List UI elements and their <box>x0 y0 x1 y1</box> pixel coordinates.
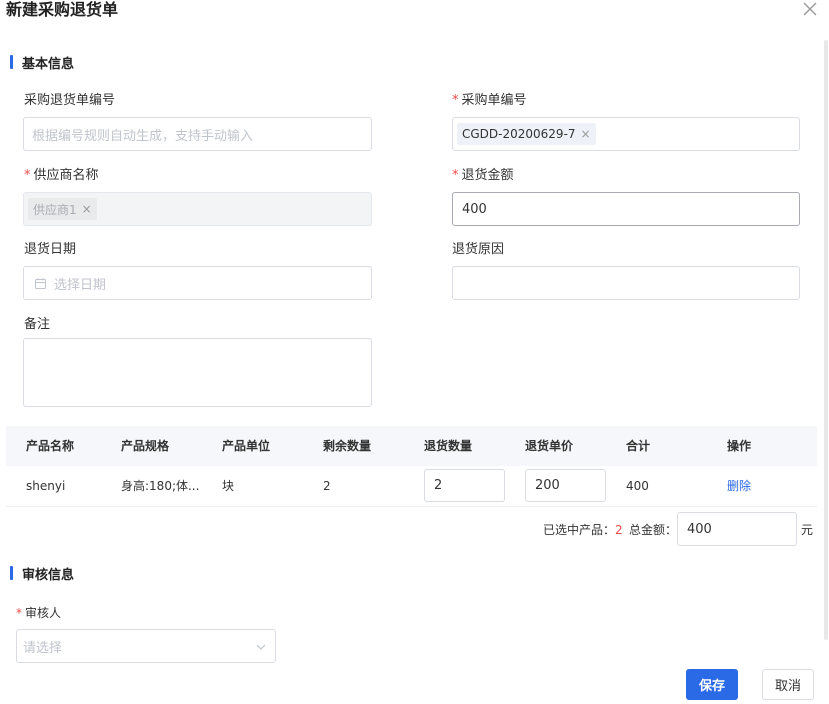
tag-close-icon[interactable]: × <box>581 127 591 141</box>
close-button[interactable] <box>801 0 823 20</box>
tag-close-icon: × <box>81 202 92 216</box>
remark-label: 备注 <box>24 317 51 332</box>
reviewer-select[interactable]: 请选择 <box>16 629 276 663</box>
purchase-no-label-text: 采购单编号 <box>461 93 527 108</box>
calendar-icon <box>35 277 46 289</box>
th-product-name: 产品名称 <box>26 439 75 453</box>
product-table-header: 产品名称 产品规格 产品单位 剩余数量 退货数量 退货单价 合计 操作 <box>6 426 817 466</box>
section-title: 审核信息 <box>22 567 75 583</box>
purchase-no-tag-text: CGDD-20200629-7 <box>462 127 576 141</box>
cell-product-name: shenyi <box>26 479 66 493</box>
th-product-spec: 产品规格 <box>121 439 170 453</box>
required-mark: * <box>16 606 22 620</box>
remark-textarea[interactable] <box>23 338 372 407</box>
reason-label: 退货原因 <box>452 242 505 257</box>
section-marker <box>10 566 13 580</box>
purchase-no-tag: CGDD-20200629-7 × <box>457 123 596 145</box>
return-price-input[interactable]: 200 <box>525 469 606 502</box>
return-no-label: 采购退货单编号 <box>24 93 116 108</box>
required-mark: * <box>452 93 459 108</box>
date-label: 退货日期 <box>24 242 77 257</box>
th-total: 合计 <box>626 439 651 453</box>
reason-input[interactable] <box>452 266 800 300</box>
supplier-tag-text: 供应商1 <box>33 202 77 217</box>
required-mark: * <box>24 168 31 183</box>
currency-unit: 元 <box>801 523 814 537</box>
total-amount-label: 总金额： <box>629 523 678 537</box>
reviewer-placeholder: 请选择 <box>23 640 63 656</box>
date-picker[interactable]: 选择日期 <box>23 266 372 300</box>
selected-count: 2 <box>615 523 623 537</box>
th-return-qty: 退货数量 <box>424 439 473 453</box>
purchase-no-label: * 采购单编号 <box>452 93 527 109</box>
cell-remaining-qty: 2 <box>323 479 331 493</box>
supplier-label-text: 供应商名称 <box>33 168 99 183</box>
return-qty-input[interactable]: 2 <box>424 469 505 502</box>
th-action: 操作 <box>727 439 752 453</box>
selected-summary: 已选中产品：2 <box>543 521 623 538</box>
cell-product-spec: 身高:180;体... <box>121 479 200 493</box>
delete-link[interactable]: 删除 <box>727 479 751 493</box>
supplier-select: 供应商1 × <box>23 192 372 226</box>
cell-product-unit: 块 <box>222 479 235 493</box>
dialog-title: 新建采购退货单 <box>6 0 119 19</box>
total-amount-input[interactable]: 400 <box>677 512 797 546</box>
supplier-label: * 供应商名称 <box>24 168 99 184</box>
section-review-info: 审核信息 <box>10 565 75 583</box>
cell-total: 400 <box>626 479 649 493</box>
scrollbar[interactable] <box>824 40 828 640</box>
reviewer-label: * 审核人 <box>16 605 61 621</box>
th-remaining-qty: 剩余数量 <box>323 439 372 453</box>
date-placeholder: 选择日期 <box>54 277 107 293</box>
th-product-unit: 产品单位 <box>222 439 271 453</box>
required-mark: * <box>452 168 459 183</box>
cancel-button[interactable]: 取消 <box>762 669 814 700</box>
reviewer-label-text: 审核人 <box>25 606 62 620</box>
table-row: shenyi 身高:180;体... 块 2 2 200 400 删除 <box>6 466 817 507</box>
section-basic-info: 基本信息 <box>10 54 75 72</box>
th-return-price: 退货单价 <box>525 439 574 453</box>
section-marker <box>10 55 13 69</box>
return-no-input[interactable]: 根据编号规则自动生成，支持手动输入 <box>23 117 372 151</box>
amount-input[interactable]: 400 <box>452 192 800 226</box>
amount-label-text: 退货金额 <box>461 168 514 183</box>
amount-label: * 退货金额 <box>452 168 514 184</box>
close-icon <box>803 2 817 16</box>
chevron-down-icon <box>256 644 266 650</box>
selected-label: 已选中产品： <box>543 523 616 537</box>
purchase-no-select[interactable]: CGDD-20200629-7 × <box>452 117 800 151</box>
save-button[interactable]: 保存 <box>686 669 738 700</box>
section-title: 基本信息 <box>22 56 75 72</box>
supplier-tag: 供应商1 × <box>28 198 97 220</box>
